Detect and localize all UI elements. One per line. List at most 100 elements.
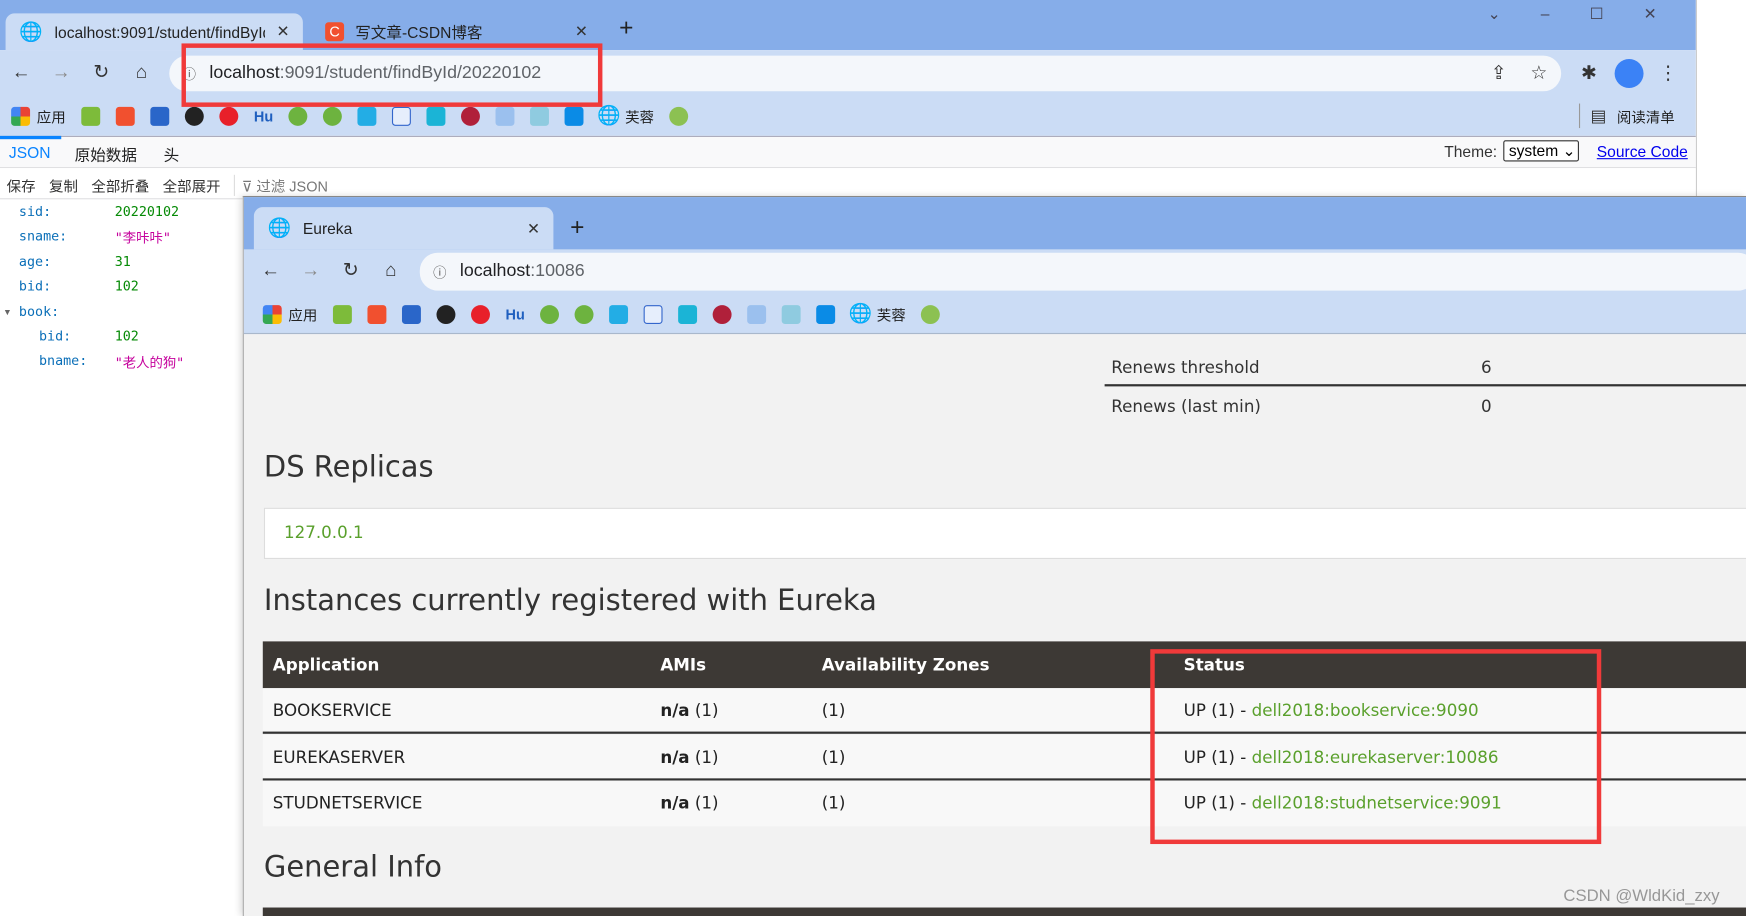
bilibili-icon[interactable] <box>357 106 377 126</box>
plant-icon[interactable] <box>495 106 515 126</box>
opera-icon[interactable] <box>713 304 732 324</box>
json-key: bname: <box>38 353 88 370</box>
mail-icon[interactable] <box>530 106 550 126</box>
json-row[interactable]: age: 31 <box>19 254 131 270</box>
profile-avatar[interactable] <box>1614 59 1644 88</box>
tab-json[interactable]: JSON <box>9 144 51 162</box>
csdn-icon[interactable] <box>115 106 135 126</box>
json-value: 102 <box>114 328 139 345</box>
star-icon[interactable]: ☆ <box>1527 61 1551 85</box>
copy-button[interactable]: 复制 <box>49 175 78 196</box>
spring-cloud-icon[interactable] <box>574 304 594 324</box>
gitee-icon[interactable] <box>471 304 490 324</box>
eureka-tab[interactable]: 🌐 Eureka ✕ <box>253 207 554 250</box>
hutool-icon[interactable]: Hu <box>506 306 525 323</box>
expand-all-button[interactable]: 全部展开 <box>163 175 221 196</box>
filter-json-input[interactable]: ⊽ 过滤 JSON <box>233 174 328 196</box>
json-row[interactable]: bname: "老人的狗" <box>38 353 184 371</box>
mvn-icon[interactable] <box>150 106 170 126</box>
save-button[interactable]: 保存 <box>7 175 36 196</box>
hutool-icon[interactable]: Hu <box>254 107 273 124</box>
hao-icon[interactable] <box>81 106 101 126</box>
close-tab-icon[interactable]: ✕ <box>276 22 289 41</box>
tab-raw-data[interactable]: 原始数据 <box>75 144 137 166</box>
bookmark-apps[interactable]: 应用 <box>37 105 66 126</box>
json-key: bid: <box>18 278 52 295</box>
home-icon[interactable]: ⌂ <box>379 258 403 282</box>
github-icon[interactable] <box>184 106 204 126</box>
cloud-icon[interactable] <box>678 304 698 324</box>
mvn-icon[interactable] <box>401 304 421 324</box>
watermark: CSDN @WldKid_zxy <box>1563 886 1720 906</box>
bookmark-apps[interactable]: 应用 <box>288 303 317 324</box>
json-row[interactable]: bid: 102 <box>18 278 139 295</box>
hand-icon[interactable] <box>392 106 412 126</box>
json-row[interactable]: bid: 102 <box>39 328 139 344</box>
ds-replicas-box: 127.0.0.1 <box>263 507 1746 559</box>
forward-icon[interactable]: → <box>298 258 322 282</box>
window-controls[interactable]: ⌄–☐✕ <box>1488 4 1697 23</box>
menu-icon[interactable]: ⋮ <box>1656 61 1680 85</box>
opera-icon[interactable] <box>461 106 481 126</box>
apps-icon[interactable] <box>262 304 282 324</box>
globe-icon: 🌐 <box>19 20 43 42</box>
source-code-link[interactable]: Source Code <box>1597 143 1688 161</box>
code-icon[interactable] <box>669 106 689 126</box>
instances-heading: Instances currently registered with Eure… <box>263 584 877 619</box>
plant-icon[interactable] <box>747 304 767 324</box>
mail-icon[interactable] <box>782 304 802 324</box>
back-icon[interactable]: ← <box>9 60 33 84</box>
bookmark-furong[interactable]: 芙蓉 <box>877 303 906 324</box>
replica-link[interactable]: 127.0.0.1 <box>284 522 364 542</box>
json-key: sid: <box>18 203 52 220</box>
reading-list[interactable]: ▤ 阅读清单 <box>1578 103 1675 129</box>
active-tab-indicator <box>0 135 62 140</box>
stats-table: Renews threshold 6 Renews (last min) 0 <box>1104 347 1746 425</box>
eureka-address-bar[interactable]: ⓘ localhost:10086 <box>419 252 1746 291</box>
close-tab-icon[interactable]: ✕ <box>527 219 540 238</box>
spring-cloud-icon[interactable] <box>323 106 343 126</box>
json-value: 102 <box>114 278 139 295</box>
extensions-icon[interactable]: ✱ <box>1577 61 1601 85</box>
globe-icon[interactable]: 🌐 <box>597 104 621 128</box>
back-icon[interactable]: ← <box>258 258 282 282</box>
github-icon[interactable] <box>436 304 456 324</box>
json-row[interactable]: sname: "李咔咔" <box>19 229 171 247</box>
json-row[interactable]: sid: 20220102 <box>18 203 179 220</box>
reload-icon[interactable]: ↻ <box>89 60 113 84</box>
json-viewer-tabs <box>0 135 1696 169</box>
json-value: "老人的狗" <box>114 355 185 372</box>
terminal-icon[interactable] <box>564 106 584 126</box>
tab-headers[interactable]: 头 <box>164 144 180 166</box>
cloud-icon[interactable] <box>426 106 446 126</box>
spring-icon[interactable] <box>288 106 308 126</box>
terminal-icon[interactable] <box>816 304 836 324</box>
csdn-icon[interactable] <box>367 304 387 324</box>
collapse-all-button[interactable]: 全部折叠 <box>91 175 149 196</box>
bookmark-furong[interactable]: 芙蓉 <box>625 105 654 126</box>
reload-icon[interactable]: ↻ <box>339 258 363 282</box>
highlight-box-url <box>181 43 603 107</box>
code-icon[interactable] <box>921 304 941 324</box>
new-tab-button[interactable]: + <box>619 13 633 42</box>
reading-list-icon: ▤ <box>1590 106 1607 126</box>
highlight-box-status <box>1150 649 1602 845</box>
globe-icon[interactable]: 🌐 <box>849 302 873 326</box>
home-icon[interactable]: ⌂ <box>129 60 153 84</box>
collapse-toggle-icon[interactable]: ▾ <box>3 304 11 320</box>
apps-icon[interactable] <box>11 106 31 126</box>
ds-replicas-heading: DS Replicas <box>263 450 434 485</box>
json-value: "李咔咔" <box>114 230 171 247</box>
forward-icon[interactable]: → <box>49 60 73 84</box>
share-icon[interactable]: ⇪ <box>1487 61 1511 85</box>
gitee-icon[interactable] <box>219 106 239 126</box>
bilibili-icon[interactable] <box>609 304 629 324</box>
hao-icon[interactable] <box>332 304 352 324</box>
json-row[interactable]: ▾ book: <box>3 304 59 320</box>
zones-cell: (1) <box>821 700 846 721</box>
hand-icon[interactable] <box>644 304 663 324</box>
close-tab-icon[interactable]: ✕ <box>575 22 588 41</box>
spring-icon[interactable] <box>540 304 560 324</box>
theme-select[interactable]: system ⌄ <box>1503 140 1579 162</box>
new-tab-button[interactable]: + <box>570 213 584 242</box>
